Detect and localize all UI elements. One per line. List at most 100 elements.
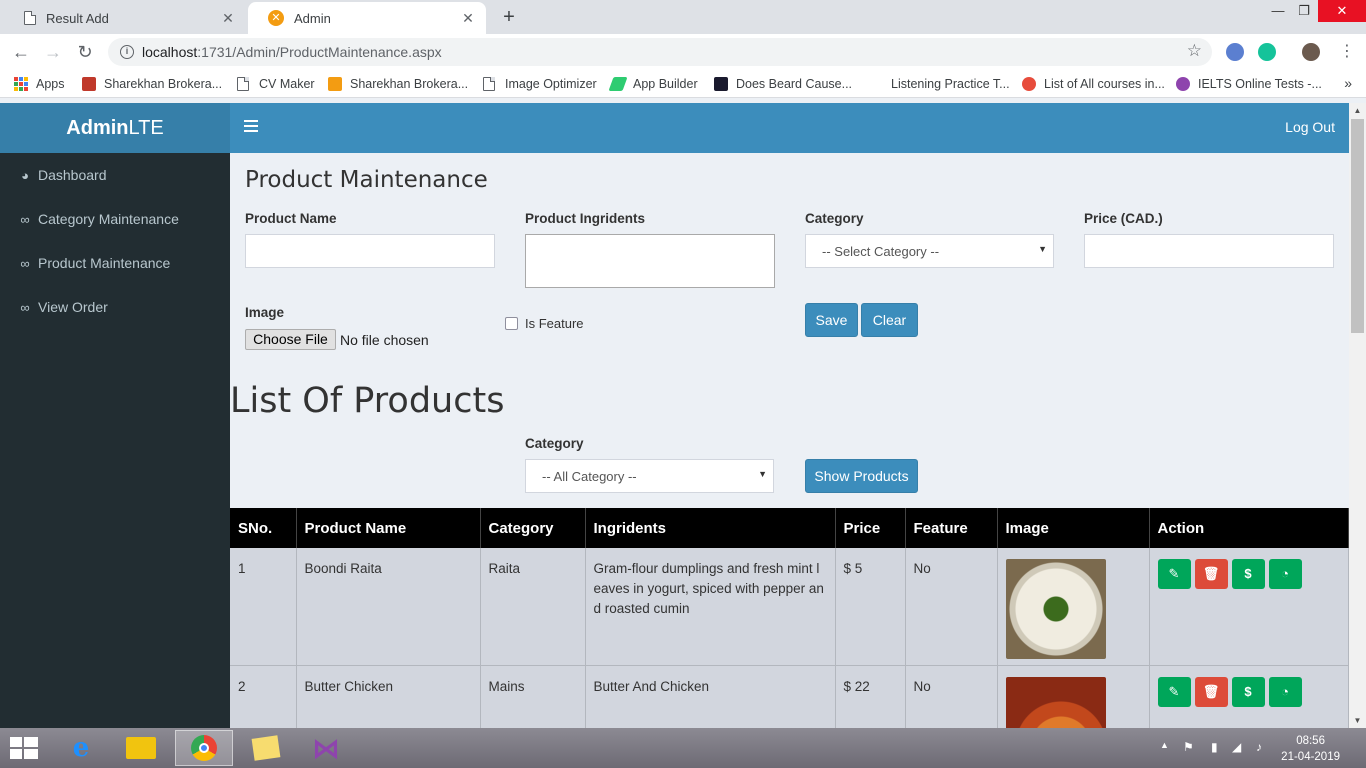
column-header: Image <box>997 508 1150 548</box>
visual-studio-icon[interactable]: ⋈ <box>297 730 355 766</box>
price-input[interactable] <box>1084 234 1334 268</box>
scroll-up-icon[interactable]: ▲ <box>1349 106 1366 115</box>
scroll-down-icon[interactable]: ▼ <box>1349 716 1366 725</box>
delete-button[interactable]: 🗑 <box>1194 559 1228 589</box>
sidebar-item-label: Category Maintenance <box>38 211 179 227</box>
edit-button[interactable]: ✎ <box>1157 676 1191 707</box>
column-header: Feature <box>905 508 998 548</box>
cell-ingredients: Butter And Chicken <box>585 665 836 728</box>
clear-button[interactable]: Clear <box>861 303 918 337</box>
filter-category-select[interactable]: -- All Category -- ▼ <box>525 459 774 493</box>
cell-price: $ 22 <box>835 665 906 728</box>
action-center-flag-icon[interactable]: ⚑ <box>1183 740 1194 754</box>
column-header: Ingridents <box>585 508 836 548</box>
logout-link[interactable]: Log Out <box>1285 119 1335 135</box>
price-button[interactable]: $ <box>1231 559 1265 589</box>
menu-kebab-icon[interactable]: ⋮ <box>1336 41 1358 63</box>
tab-close-icon[interactable]: ✕ <box>460 10 476 27</box>
trash-icon: 🗑 <box>1202 683 1220 699</box>
bookmark-listening[interactable]: Listening Practice T... <box>891 75 1010 93</box>
profile-avatar[interactable] <box>1302 43 1320 61</box>
delete-button[interactable]: 🗑 <box>1194 676 1228 707</box>
system-clock[interactable]: 08:56 21-04-2019 <box>1281 733 1340 765</box>
page-scrollbar[interactable]: ▲ ▼ <box>1349 103 1366 728</box>
chrome-icon[interactable] <box>175 730 233 766</box>
tray-overflow-icon[interactable]: ▲ <box>1160 740 1169 750</box>
feature-button[interactable]: ◔ <box>1268 676 1302 707</box>
sidebar-item-dashboard[interactable]: ◕ Dashboard <box>0 153 230 197</box>
is-feature-checkbox[interactable] <box>505 317 518 330</box>
bookmark-beard[interactable]: Does Beard Cause... <box>714 75 852 93</box>
minimize-button[interactable]: — <box>1266 0 1290 22</box>
scrollbar-thumb[interactable] <box>1351 119 1364 333</box>
forward-icon[interactable]: → <box>42 41 64 63</box>
app-builder-icon <box>608 77 628 91</box>
bookmark-courses[interactable]: List of All courses in... <box>1022 75 1165 93</box>
sticky-notes-icon[interactable] <box>237 730 295 766</box>
file-explorer-icon[interactable] <box>112 730 170 766</box>
cell-feature: No <box>905 665 998 728</box>
bookmark-ielts[interactable]: IELTS Online Tests -... <box>1176 75 1322 93</box>
bookmark-sharekhan-1[interactable]: Sharekhan Brokera... <box>82 75 222 93</box>
link-icon: ∞ <box>20 255 30 271</box>
browser-toolbar: ← → ↻ i localhost:1731/Admin/ProductMain… <box>0 34 1366 70</box>
bookmark-star-icon[interactable]: ☆ <box>1187 41 1202 61</box>
dashboard-icon: ◕ <box>21 167 29 183</box>
cell-image <box>997 665 1150 728</box>
site-info-icon[interactable]: i <box>120 45 134 59</box>
address-bar[interactable]: i localhost:1731/Admin/ProductMaintenanc… <box>108 38 1212 66</box>
windows-start-icon[interactable] <box>10 737 38 761</box>
cell-actions: ✎ 🗑 $ ◔ <box>1149 665 1349 728</box>
network-icon[interactable]: ◢ <box>1232 740 1241 754</box>
sidebar-item-label: Dashboard <box>38 167 107 183</box>
product-name-input[interactable] <box>245 234 495 268</box>
price-button[interactable]: $ <box>1231 676 1265 707</box>
internet-explorer-icon[interactable]: e <box>52 730 110 766</box>
window-close-button[interactable]: ✕ <box>1318 0 1366 22</box>
edit-icon: ✎ <box>1168 683 1180 699</box>
product-image <box>1005 676 1106 728</box>
sidebar-item-label: Product Maintenance <box>38 255 171 271</box>
cell-price: $ 5 <box>835 548 906 666</box>
edit-button[interactable]: ✎ <box>1157 559 1191 589</box>
sidebar-toggle-icon[interactable] <box>244 120 258 134</box>
battery-icon[interactable]: ▮ <box>1211 740 1218 754</box>
rss-icon: ◔ <box>1281 566 1289 581</box>
bookmark-cv-maker[interactable]: CV Maker <box>237 75 315 93</box>
bookmark-sharekhan-2[interactable]: Sharekhan Brokera... <box>328 75 468 93</box>
sidebar-item-product-maintenance[interactable]: ∞ Product Maintenance <box>0 241 230 285</box>
save-button[interactable]: Save <box>805 303 858 337</box>
tab-close-icon[interactable]: ✕ <box>220 10 236 27</box>
grammarly-icon[interactable] <box>1258 43 1276 61</box>
sidebar: AdminLTE ◕ Dashboard ∞ Category Maintena… <box>0 103 230 728</box>
tab-title: Admin <box>294 10 331 26</box>
back-icon[interactable]: ← <box>10 41 32 63</box>
sidebar-item-category-maintenance[interactable]: ∞ Category Maintenance <box>0 197 230 241</box>
feature-button[interactable]: ◔ <box>1268 559 1302 589</box>
sharekhan-icon <box>82 77 96 91</box>
bookmarks-overflow-icon[interactable]: » <box>1344 75 1352 91</box>
url-host: localhost <box>142 44 198 60</box>
ingredients-textarea[interactable] <box>525 234 775 288</box>
document-icon <box>237 77 249 91</box>
cell-sno: 1 <box>230 548 297 666</box>
category-select[interactable]: -- Select Category -- ▼ <box>805 234 1054 268</box>
is-feature-label: Is Feature <box>525 316 584 331</box>
sidebar-item-view-order[interactable]: ∞ View Order <box>0 285 230 329</box>
tab-admin[interactable]: ✕ Admin ✕ <box>248 2 486 34</box>
tab-result-add[interactable]: Result Add ✕ <box>4 2 246 34</box>
new-tab-button[interactable]: + <box>498 6 520 29</box>
products-table: SNo. Product Name Category Ingridents Pr… <box>230 508 1349 728</box>
admin-favicon-icon: ✕ <box>268 10 284 26</box>
trash-icon: 🗑 <box>1202 566 1220 581</box>
bookmark-app-builder[interactable]: App Builder <box>608 75 698 93</box>
app-logo[interactable]: AdminLTE <box>0 103 230 153</box>
extension-icon[interactable] <box>1226 43 1244 61</box>
bookmark-image-optimizer[interactable]: Image Optimizer <box>483 75 597 93</box>
choose-file-button[interactable]: Choose File <box>245 329 336 350</box>
bookmark-apps[interactable]: Apps <box>14 75 65 93</box>
reload-icon[interactable]: ↻ <box>74 41 96 63</box>
show-products-button[interactable]: Show Products <box>805 459 918 493</box>
restore-button[interactable]: ❐ <box>1292 0 1316 22</box>
volume-icon[interactable]: ♪ <box>1256 740 1262 754</box>
